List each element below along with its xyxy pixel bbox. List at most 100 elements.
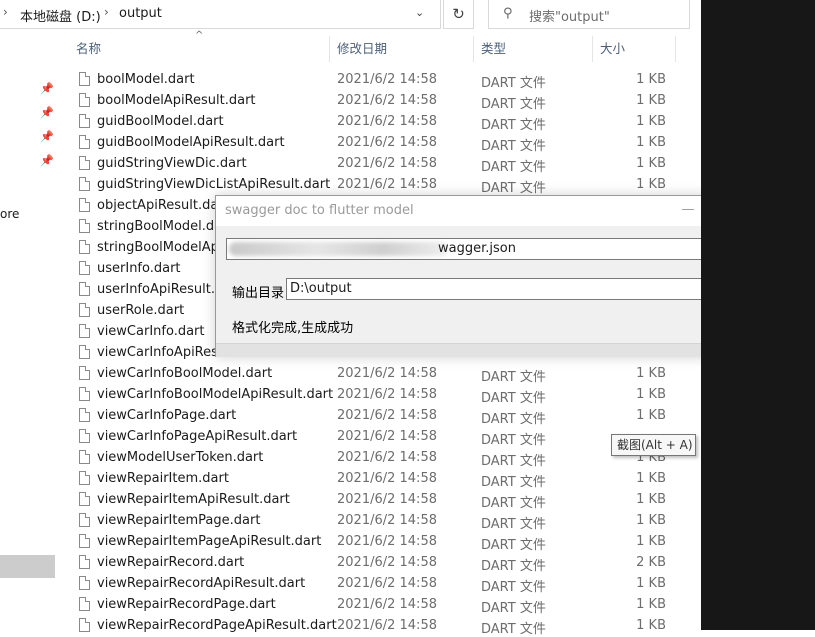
file-icon (79, 135, 90, 149)
chevron-down-icon[interactable]: ⌄ (415, 6, 424, 19)
address-bar[interactable]: › 本地磁盘 (D:) › output ⌄ (0, 0, 441, 29)
file-row[interactable]: boolModel.dart 2021/6/2 14:58 DART 文件 1 KB (60, 70, 700, 91)
file-type: DART 文件 (481, 433, 546, 448)
file-icon (79, 345, 90, 359)
pin-icon[interactable]: 📌 (40, 154, 54, 167)
file-icon (79, 72, 90, 86)
search-icon: ⚲ (503, 6, 513, 21)
file-size: 2 KB (636, 555, 666, 570)
file-icon (79, 156, 90, 170)
nav-item-partial[interactable]: ore (0, 207, 19, 221)
file-row[interactable]: boolModelApiResult.dart 2021/6/2 14:58 DAR… (60, 91, 700, 112)
file-icon (79, 408, 90, 422)
breadcrumb-separator-icon: › (104, 5, 109, 19)
file-size: 1 KB (636, 135, 666, 150)
file-row[interactable]: viewRepairItem.dart 2021/6/2 14:58 DART 文件… (60, 469, 700, 490)
search-input[interactable]: ⚲ 搜索"output" (488, 0, 690, 29)
file-size: 1 KB (636, 387, 666, 402)
file-name: boolModelApiResult.dart (97, 93, 256, 108)
output-dir-label: 输出目录 (232, 286, 285, 301)
file-date: 2021/6/2 14:58 (337, 555, 437, 570)
column-divider[interactable] (473, 36, 474, 62)
file-icon (79, 93, 90, 107)
file-row[interactable]: viewCarInfoPage.dart 2021/6/2 14:58 DART 文… (60, 406, 700, 427)
file-size: 1 KB (636, 93, 666, 108)
refresh-icon[interactable]: ↻ (443, 0, 474, 29)
column-divider[interactable] (329, 36, 330, 62)
file-row[interactable]: viewCarInfoBoolModel.dart 2021/6/2 14:58 D… (60, 364, 700, 385)
file-date: 2021/6/2 14:58 (337, 450, 437, 465)
file-row[interactable]: viewCarInfoBoolModelApiResult.dart 2021/6… (60, 385, 700, 406)
column-header-type[interactable]: 类型 (481, 36, 506, 62)
file-row[interactable]: viewCarInfoPageApiResult.dart 2021/6/2 14… (60, 427, 700, 448)
file-icon (79, 513, 90, 527)
file-row[interactable]: viewRepairItemApiResult.dart 2021/6/2 14:… (60, 490, 700, 511)
file-icon (79, 492, 90, 506)
file-row[interactable]: viewModelUserToken.dart 2021/6/2 14:58 DAR… (60, 448, 700, 469)
file-name: viewCarInfoPage.dart (97, 408, 237, 423)
file-type: DART 文件 (481, 76, 546, 91)
column-divider[interactable] (675, 36, 676, 62)
file-row[interactable]: viewRepairRecordApiResult.dart 2021/6/2 1… (60, 574, 700, 595)
pin-icon[interactable]: 📌 (40, 106, 54, 119)
file-row[interactable]: guidBoolModel.dart 2021/6/2 14:58 DART 文件 1… (60, 112, 700, 133)
swagger-url-field[interactable]: wagger.json (226, 238, 714, 260)
file-type: DART 文件 (481, 118, 546, 133)
file-name: viewRepairRecord.dart (97, 555, 245, 570)
file-name: stringBoolModel.dart (97, 219, 233, 234)
column-header-size[interactable]: 大小 (600, 36, 625, 62)
file-size: 1 KB (636, 618, 666, 633)
file-name: viewCarInfoBoolModel.dart (97, 366, 273, 381)
file-name: viewRepairItemPageApiResult.dart (97, 534, 322, 549)
column-header-name[interactable]: 名称 (76, 36, 101, 62)
blurred-url-text (229, 242, 449, 256)
pin-icon[interactable]: 📌 (40, 130, 54, 143)
file-name: guidBoolModelApiResult.dart (97, 135, 285, 150)
file-icon (79, 534, 90, 548)
address-row: › 本地磁盘 (D:) › output ⌄ ↻ ⚲ 搜索"output" (0, 0, 701, 30)
breadcrumb-separator-icon: › (3, 5, 8, 19)
file-type: DART 文件 (481, 622, 546, 637)
file-date: 2021/6/2 14:58 (337, 618, 437, 633)
file-size: 1 KB (636, 408, 666, 423)
file-icon (79, 324, 90, 338)
breadcrumb-folder[interactable]: output (119, 6, 162, 21)
file-size: 1 KB (636, 597, 666, 612)
file-row[interactable]: viewRepairRecordPageApiResult.dart 2021/6… (60, 616, 700, 637)
file-row[interactable]: viewRepairItemPage.dart 2021/6/2 14:58 DAR… (60, 511, 700, 532)
column-divider[interactable] (592, 36, 593, 62)
output-dir-field[interactable]: D:\output (286, 278, 714, 300)
file-row[interactable]: viewRepairRecordPage.dart 2021/6/2 14:58 D… (60, 595, 700, 616)
file-row[interactable]: guidBoolModelApiResult.dart 2021/6/2 14:5… (60, 133, 700, 154)
file-row[interactable]: guidStringViewDicListApiResult.dart 2021/… (60, 175, 700, 196)
column-header-date[interactable]: 修改日期 (337, 36, 387, 62)
file-date: 2021/6/2 14:58 (337, 114, 437, 129)
file-name: guidStringViewDicListApiResult.dart (97, 177, 331, 192)
breadcrumb-drive[interactable]: 本地磁盘 (D:) (20, 6, 101, 25)
file-size: 1 KB (636, 114, 666, 129)
file-name: objectApiResult.dart (97, 198, 229, 213)
nav-item-selected[interactable] (0, 555, 55, 578)
file-row[interactable]: viewRepairRecord.dart 2021/6/2 14:58 DART … (60, 553, 700, 574)
file-icon (79, 219, 90, 233)
file-date: 2021/6/2 14:58 (337, 156, 437, 171)
file-row[interactable]: guidStringViewDic.dart 2021/6/2 14:58 DART… (60, 154, 700, 175)
file-date: 2021/6/2 14:58 (337, 366, 437, 381)
file-type: DART 文件 (481, 391, 546, 406)
search-placeholder: 搜索"output" (529, 10, 610, 25)
file-type: DART 文件 (481, 181, 546, 196)
file-icon (79, 576, 90, 590)
file-row[interactable]: viewRepairItemPageApiResult.dart 2021/6/2… (60, 532, 700, 553)
file-date: 2021/6/2 14:58 (337, 387, 437, 402)
file-date: 2021/6/2 14:58 (337, 471, 437, 486)
file-type: DART 文件 (481, 538, 546, 553)
file-type: DART 文件 (481, 475, 546, 490)
pin-icon[interactable]: 📌 (40, 82, 54, 95)
file-type: DART 文件 (481, 139, 546, 154)
file-name: userInfo.dart (97, 261, 181, 276)
file-type: DART 文件 (481, 580, 546, 595)
file-date: 2021/6/2 14:58 (337, 513, 437, 528)
file-type: DART 文件 (481, 601, 546, 616)
file-icon (79, 282, 90, 296)
file-icon (79, 387, 90, 401)
